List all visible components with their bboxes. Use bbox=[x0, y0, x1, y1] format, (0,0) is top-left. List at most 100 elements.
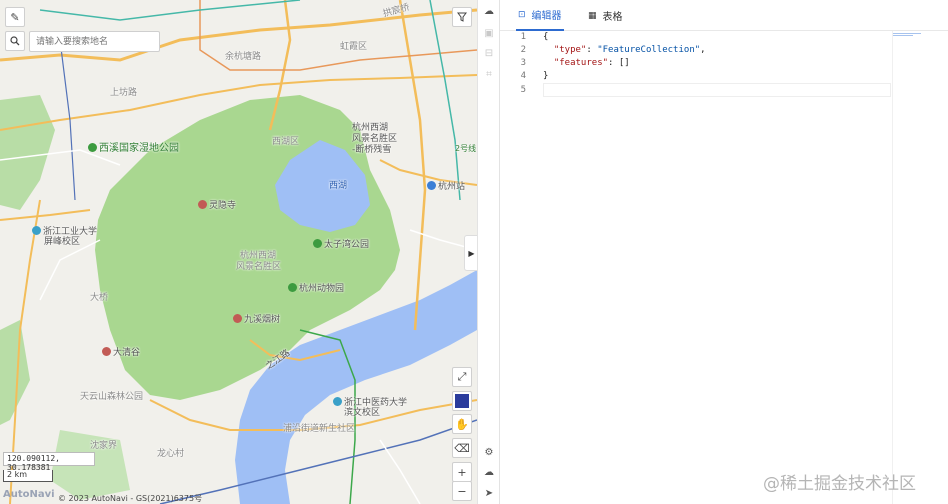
zoom-out-button[interactable]: − bbox=[452, 481, 472, 501]
map-label-scenic-2: 风景名胜区 bbox=[236, 262, 282, 272]
school-poi-icon bbox=[32, 226, 41, 235]
line-number: 4 bbox=[520, 71, 526, 81]
park-poi-icon bbox=[288, 283, 297, 292]
search-icon bbox=[10, 36, 20, 46]
scenic-poi-icon bbox=[233, 314, 242, 323]
json-colon: : bbox=[586, 45, 598, 55]
line-number: 3 bbox=[520, 58, 526, 68]
map-label-zjut-campus: 屏峰校区 bbox=[44, 237, 81, 247]
json-key: "type" bbox=[553, 45, 587, 55]
upload-icon: ☁ bbox=[484, 5, 494, 17]
code-line-2[interactable]: "type": "FeatureCollection", bbox=[543, 44, 706, 57]
cloud-button[interactable]: ☁ bbox=[482, 465, 496, 479]
save-icon: ▣ bbox=[484, 27, 494, 39]
map-label-duanqiao: -断桥残雪 bbox=[352, 145, 392, 155]
current-line-highlight bbox=[543, 83, 891, 97]
gear-icon: ⚙ bbox=[484, 446, 494, 458]
json-key: "features" bbox=[553, 58, 609, 68]
map-label-hongqiao: 虹霞区 bbox=[340, 42, 368, 52]
line-number: 1 bbox=[520, 32, 526, 42]
map-label-zcmu-campus: 滨文校区 bbox=[344, 408, 381, 418]
map-label-shenjia: 沈家界 bbox=[90, 441, 118, 451]
map-label-station: 杭州站 bbox=[427, 181, 465, 193]
map-label-zcmu-text: 浙江中医药大学 bbox=[344, 398, 408, 408]
minus-icon: − bbox=[457, 484, 467, 498]
map-label-damu: 大桥 bbox=[90, 293, 109, 303]
map-label-tianyun: 天云山森林公园 bbox=[80, 392, 144, 402]
crop-icon: ⌗ bbox=[486, 68, 492, 80]
filter-button[interactable] bbox=[452, 7, 472, 27]
scale-bar: 2 km bbox=[3, 470, 53, 482]
amap-logo: AutoNavi bbox=[3, 489, 55, 500]
map-label-xihu-district: 西湖区 bbox=[272, 137, 300, 147]
cloud-icon: ☁ bbox=[484, 466, 494, 478]
coordinate-readout: 120.090112, 30.178381 bbox=[3, 452, 95, 472]
cursor-button[interactable]: ➤ bbox=[482, 486, 496, 500]
map-label-station-text: 杭州站 bbox=[438, 182, 466, 192]
fullscreen-button[interactable]: ⤢ bbox=[452, 367, 472, 387]
map-label-puyan: 浦沿街道新生社区 bbox=[283, 424, 356, 434]
map-label-jiuxi-text: 九溪烟树 bbox=[244, 315, 281, 325]
search-button[interactable] bbox=[5, 31, 25, 51]
map-view[interactable]: 杭州西湖 风景名胜区 -断桥残雪 西湖区 西湖 西溪国家湿地公园 灵隐寺 浙江工… bbox=[0, 0, 477, 504]
tab-editor-label: 编辑器 bbox=[531, 11, 562, 22]
tab-table[interactable]: ▦ 表格 bbox=[586, 0, 625, 31]
fullscreen-icon: ⤢ bbox=[457, 370, 467, 383]
editor-tabs: ⊡ 编辑器 ▦ 表格 bbox=[500, 0, 948, 31]
school-poi-icon bbox=[333, 397, 342, 406]
table-icon: ▦ bbox=[588, 10, 597, 21]
map-label-longmu: 龙心村 bbox=[157, 449, 185, 459]
cursor-icon: ➤ bbox=[484, 487, 494, 499]
map-label-scenic-1: 杭州西湖 bbox=[240, 251, 277, 261]
caret-right-icon: ▶ bbox=[468, 248, 475, 258]
map-label-daqinggu-text: 大清谷 bbox=[113, 348, 141, 358]
map-label-zjut-text: 浙江工业大学 bbox=[43, 227, 98, 237]
json-comma: , bbox=[700, 45, 706, 55]
map-search-input[interactable] bbox=[29, 31, 160, 52]
basemap-switch-button[interactable] bbox=[452, 391, 472, 411]
pan-hand-button[interactable]: ✋ bbox=[452, 414, 472, 434]
tool-strip: ☁ ▣ ⊟ ⌗ ⚙ ☁ ➤ bbox=[477, 0, 500, 504]
scenic-poi-icon bbox=[102, 347, 111, 356]
map-copyright: © 2023 AutoNavi - GS(2021)6375号 bbox=[58, 494, 203, 503]
map-label-daqinggu: 大清谷 bbox=[102, 347, 140, 359]
delete-button[interactable]: ⊟ bbox=[482, 46, 496, 60]
station-poi-icon bbox=[427, 181, 436, 190]
watermark: @稀土掘金技术社区 bbox=[763, 474, 916, 494]
map-label-fengjing: 风景名胜区 bbox=[352, 134, 398, 144]
tab-table-label: 表格 bbox=[602, 12, 623, 23]
park-poi-icon bbox=[313, 239, 322, 248]
map-label-taiziwan-text: 太子湾公园 bbox=[324, 240, 370, 250]
code-line-3[interactable]: "features": [] bbox=[543, 57, 630, 70]
save-button[interactable]: ▣ bbox=[482, 26, 496, 40]
map-label-jiuxi: 九溪烟树 bbox=[233, 314, 280, 326]
eraser-icon: ⌫ bbox=[454, 441, 470, 455]
json-value: "FeatureCollection" bbox=[597, 45, 701, 55]
crop-button[interactable]: ⌗ bbox=[482, 67, 496, 81]
minimap-divider bbox=[892, 31, 893, 504]
map-label-line2: 2号线 bbox=[455, 144, 477, 153]
map-label-taiziwan: 太子湾公园 bbox=[313, 239, 369, 251]
settings-button[interactable]: ⚙ bbox=[482, 445, 496, 459]
upload-button[interactable]: ☁ bbox=[482, 4, 496, 18]
hand-icon: ✋ bbox=[455, 417, 469, 431]
clear-eraser-button[interactable]: ⌫ bbox=[452, 438, 472, 458]
minimap[interactable] bbox=[892, 31, 948, 41]
app-root: 杭州西湖 风景名胜区 -断桥残雪 西湖区 西湖 西溪国家湿地公园 灵隐寺 浙江工… bbox=[0, 0, 948, 504]
editor-panel: ⊡ 编辑器 ▦ 表格 1 2 3 4 5 { "type": "FeatureC… bbox=[500, 0, 948, 504]
zoom-in-button[interactable]: + bbox=[452, 462, 472, 482]
map-label-xixi-text: 西溪国家湿地公园 bbox=[99, 143, 179, 154]
temple-poi-icon bbox=[198, 200, 207, 209]
collapse-panel-toggle[interactable]: ▶ bbox=[464, 235, 477, 271]
map-label-xixi: 西溪国家湿地公园 bbox=[88, 143, 179, 154]
delete-icon: ⊟ bbox=[484, 47, 494, 59]
park-poi-icon bbox=[88, 143, 97, 152]
satellite-thumb-icon bbox=[455, 394, 469, 408]
line-number: 2 bbox=[520, 45, 526, 55]
map-label-yuhang: 余杭塘路 bbox=[225, 52, 262, 62]
code-line-4[interactable]: } bbox=[543, 70, 548, 83]
code-line-1[interactable]: { bbox=[543, 31, 548, 44]
tab-editor[interactable]: ⊡ 编辑器 bbox=[516, 0, 564, 31]
map-label-zoo-text: 杭州动物园 bbox=[299, 284, 345, 294]
draw-pencil-button[interactable]: ✎ bbox=[5, 7, 25, 27]
